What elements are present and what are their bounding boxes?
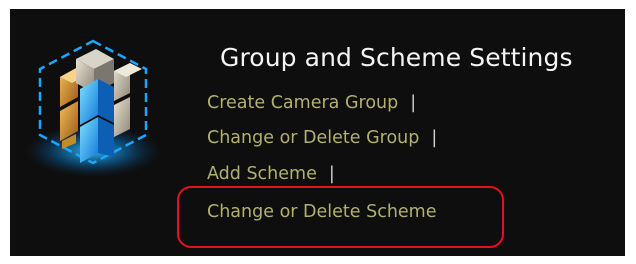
create-camera-group-link[interactable]: Create Camera Group: [207, 93, 398, 113]
settings-panel: Group and Scheme Settings Create Camera …: [10, 9, 625, 256]
add-scheme-link[interactable]: Add Scheme: [207, 164, 317, 184]
page-title: Group and Scheme Settings: [220, 43, 573, 72]
camera-group-logo-icon: [18, 31, 168, 181]
link-separator: |: [410, 93, 417, 113]
change-or-delete-scheme-link[interactable]: Change or Delete Scheme: [207, 202, 437, 222]
link-separator: |: [431, 128, 438, 148]
change-or-delete-group-link[interactable]: Change or Delete Group: [207, 128, 419, 148]
menu-row-change-or-delete-group: Change or Delete Group |: [207, 127, 437, 149]
link-separator: |: [328, 164, 335, 184]
menu-row-change-or-delete-scheme: Change or Delete Scheme: [207, 201, 437, 223]
menu-row-create-camera-group: Create Camera Group |: [207, 92, 416, 114]
menu-row-add-scheme: Add Scheme |: [207, 163, 335, 185]
